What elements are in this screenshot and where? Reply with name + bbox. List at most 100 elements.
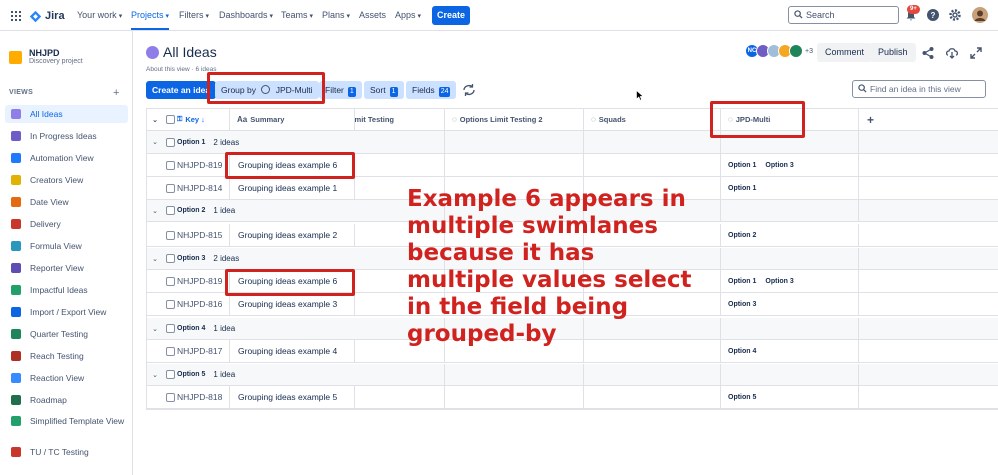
nav-filters[interactable]: Filters ▾ [179, 0, 209, 31]
sidebar-item-date-view[interactable]: Date View [5, 193, 128, 211]
idea-key[interactable]: NHJPD-819 [177, 154, 229, 176]
idea-key[interactable]: NHJPD-814 [177, 177, 229, 199]
sidebar-item-tu-tc-testing[interactable]: TU / TC Testing [5, 443, 128, 461]
sidebar-item-reporter-view[interactable]: Reporter View [5, 259, 128, 277]
row-checkbox[interactable] [165, 346, 175, 356]
add-view-icon[interactable]: + [113, 87, 119, 99]
group-by-button[interactable]: Group by JPD-Multi [215, 81, 319, 99]
swimlane-checkbox[interactable] [165, 137, 175, 147]
swimlane-header[interactable]: ⌄ Option 51 idea [147, 364, 998, 386]
swimlane-checkbox[interactable] [165, 254, 175, 263]
fullscreen-icon[interactable] [969, 46, 983, 60]
sidebar-item-creators-view[interactable]: Creators View [5, 171, 128, 189]
project-name[interactable]: NHJPD [29, 48, 60, 58]
sidebar-item-quarter-testing[interactable]: Quarter Testing [5, 325, 128, 343]
row-checkbox[interactable] [165, 160, 175, 170]
fields-button[interactable]: Fields 24 [406, 81, 457, 99]
swimlane-header[interactable]: ⌄ Option 12 ideas [147, 131, 998, 154]
jpd-multi-option: Option 3 [765, 161, 794, 169]
select-all-checkbox[interactable] [165, 115, 175, 124]
column-header-key[interactable]: ⚿ Key ↓ [177, 109, 229, 130]
swimlane-checkbox[interactable] [165, 370, 175, 379]
table-cell [859, 364, 998, 385]
sidebar-item-all-ideas[interactable]: All Ideas [5, 105, 128, 123]
sidebar-item-formula-view[interactable]: Formula View [5, 237, 128, 255]
export-icon[interactable] [945, 46, 959, 60]
create-button[interactable]: Create [432, 6, 470, 25]
sidebar-item-delivery[interactable]: Delivery [5, 215, 128, 233]
gear-icon[interactable] [948, 8, 962, 22]
annotation-text: Example 6 appears in multiple swimlanes … [407, 186, 692, 347]
create-idea-button[interactable]: Create an idea [146, 81, 217, 99]
nav-teams[interactable]: Teams ▾ [281, 0, 313, 31]
filter-button[interactable]: Filter 1 [319, 81, 362, 99]
column-header-jpd-multi[interactable]: ◌ JPD-Multi [721, 109, 859, 130]
profile-avatar[interactable] [972, 7, 988, 23]
nav-apps-label: Apps [395, 10, 416, 20]
row-checkbox[interactable] [165, 183, 175, 193]
nav-your-work[interactable]: Your work ▾ [77, 0, 122, 31]
fields-count: 24 [438, 87, 451, 97]
nav-filters-label: Filters [179, 10, 204, 20]
share-icon[interactable] [921, 46, 935, 60]
view-icon [11, 395, 21, 405]
nav-apps[interactable]: Apps ▾ [395, 0, 421, 31]
autofit-icon[interactable] [462, 83, 476, 97]
table-cell [445, 154, 584, 176]
view-icon [11, 351, 21, 361]
row-checkbox[interactable] [165, 299, 175, 309]
idea-key[interactable]: NHJPD-818 [177, 386, 229, 408]
sidebar-item-simplified-template-view[interactable]: Simplified Template View [5, 414, 128, 440]
idea-key[interactable]: NHJPD-819 [177, 270, 229, 292]
column-header-squads[interactable]: ◌ Squads [584, 109, 721, 130]
app-switcher-icon[interactable] [11, 11, 21, 21]
idea-key[interactable]: NHJPD-816 [177, 293, 229, 315]
sidebar-item-import-export-view[interactable]: Import / Export View [5, 303, 128, 321]
idea-summary[interactable]: Grouping ideas example 3 [229, 293, 355, 315]
sidebar-item-automation-view[interactable]: Automation View [5, 149, 128, 167]
row-checkbox[interactable] [165, 392, 175, 402]
view-icon [11, 447, 21, 457]
swimlane-checkbox[interactable] [165, 324, 175, 333]
idea-summary[interactable]: Grouping ideas example 6 [229, 154, 355, 176]
viewer-avatars[interactable]: NC +3 [745, 44, 813, 58]
comment-button[interactable]: Comment [817, 43, 873, 62]
jira-logo[interactable]: Jira [29, 9, 65, 23]
table-cell [859, 131, 998, 153]
idea-summary[interactable]: Grouping ideas example 4 [229, 340, 355, 362]
add-column-icon[interactable]: + [867, 113, 874, 127]
jpd-multi-option: Option 1 [728, 277, 757, 285]
sidebar-item-reaction-view[interactable]: Reaction View [5, 369, 128, 387]
swimlane-name: Option 2 [177, 207, 206, 214]
idea-row[interactable]: Grouping ideas example 5 Option 5 NHJPD-81… [147, 386, 998, 409]
column-header-limit-testing[interactable]: Limit Testing [355, 109, 445, 130]
swimlane-label: Option 3 2 ideas [177, 248, 297, 269]
help-icon[interactable]: ? [926, 8, 940, 22]
swimlane-label: Option 5 1 idea [177, 364, 297, 385]
sort-button[interactable]: Sort 1 [364, 81, 404, 99]
nav-plans[interactable]: Plans ▾ [322, 0, 350, 31]
search-input[interactable]: Search [788, 6, 899, 24]
find-idea-input[interactable]: Find an idea in this view [852, 80, 986, 98]
swimlane-checkbox[interactable] [165, 206, 175, 215]
column-header-summary[interactable]: Aa Summary [229, 109, 355, 130]
sidebar-item-impactful-ideas[interactable]: Impactful Ideas [5, 281, 128, 299]
row-checkbox[interactable] [165, 230, 175, 240]
about-view-link[interactable]: About this view · 6 ideas [146, 66, 216, 73]
idea-key[interactable]: NHJPD-815 [177, 224, 229, 246]
sidebar-item-in-progress-ideas[interactable]: In Progress Ideas [5, 127, 128, 145]
column-header-options-limit-testing-2[interactable]: ◌ Options Limit Testing 2 [445, 109, 584, 130]
sidebar-item-reach-testing[interactable]: Reach Testing [5, 347, 128, 365]
row-checkbox[interactable] [165, 276, 175, 286]
idea-summary[interactable]: Grouping ideas example 2 [229, 224, 355, 246]
idea-summary[interactable]: Grouping ideas example 1 [229, 177, 355, 199]
idea-key[interactable]: NHJPD-817 [177, 340, 229, 362]
idea-row[interactable]: Grouping ideas example 6 Option 1 Option 3… [147, 154, 998, 177]
nav-projects[interactable]: Projects ▾ [131, 0, 170, 30]
nav-dashboards[interactable]: Dashboards ▾ [219, 0, 273, 31]
idea-summary[interactable]: Grouping ideas example 5 [229, 386, 355, 408]
idea-summary[interactable]: Grouping ideas example 6 [229, 270, 355, 292]
nav-assets[interactable]: Assets [359, 0, 386, 31]
publish-button[interactable]: Publish [870, 43, 916, 62]
sidebar-item-roadmap[interactable]: Roadmap [5, 391, 128, 409]
